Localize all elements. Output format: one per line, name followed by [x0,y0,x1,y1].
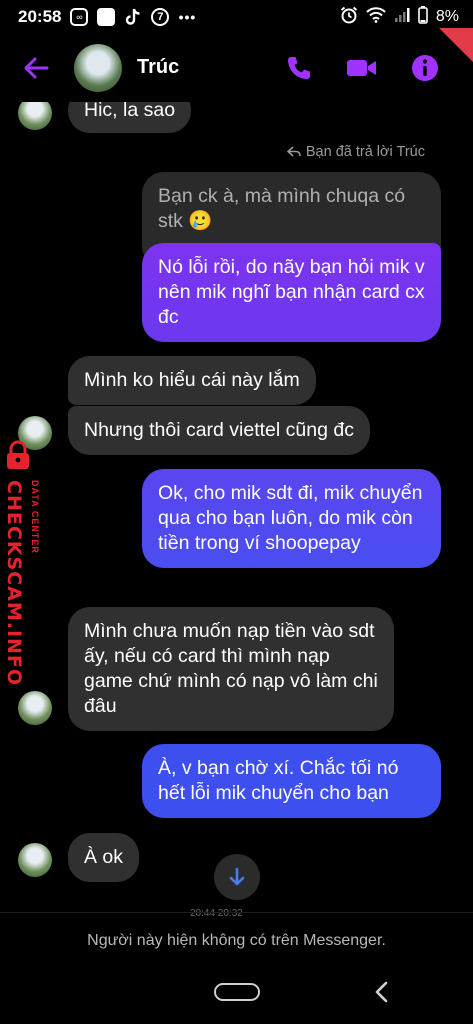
battery-icon [418,5,428,29]
messenger-icon: ∞ [69,7,89,27]
alarm-icon [340,6,358,29]
reply-arrow-icon [286,146,301,157]
lock-icon [7,440,29,469]
message-outgoing[interactable]: Ok, cho mik sdt đi, mik chuyển qua cho b… [142,469,441,568]
watermark-text: CHECKSCAM.INFO [3,480,25,687]
chevron-left-icon [375,981,388,1003]
scroll-to-bottom-button[interactable] [214,854,260,900]
system-back-button[interactable] [372,980,390,1004]
seven-label: 7 [151,8,170,26]
message-outgoing[interactable]: Nó lỗi rồi, do nãy bạn hỏi mik v nên mik… [142,243,441,342]
status-bar: 20:58 ∞ 7 ••• 8% [0,0,473,34]
arrow-down-icon [229,867,245,886]
message-incoming[interactable]: Hic, la sao [68,102,192,133]
contact-avatar-small [18,843,52,877]
reply-indicator: Bạn đã trả lời Trúc [286,144,425,160]
status-right: 8% [340,5,459,29]
app-square-icon [96,7,116,27]
message-list[interactable]: Hic, la sao Bạn đã trả lời Trúc Bạn ck à… [0,102,473,912]
watermark-subtext: DATA CENTER [30,480,40,554]
info-button[interactable] [411,54,439,82]
reply-indicator-text: Bạn đã trả lời Trúc [305,144,425,160]
signal-icon [394,7,410,28]
info-icon [412,55,438,81]
message-outgoing[interactable]: À, v bạn chờ xí. Chắc tối nó hết lỗi mik… [142,744,441,818]
contact-avatar-small [18,102,52,130]
phone-icon [288,57,310,79]
unavailable-notice: Người này hiện không có trên Messenger. [0,912,473,968]
battery-level: 8% [435,8,459,25]
home-button[interactable] [214,983,260,1001]
wifi-icon [366,6,386,28]
contact-avatar[interactable] [74,44,122,92]
contact-avatar-small [18,691,52,725]
system-nav-bar [0,968,473,1024]
tiktok-icon [123,7,143,27]
message-incoming[interactable]: Mình ko hiểu cái này lắm [68,356,316,405]
back-button[interactable] [22,54,50,82]
video-camera-icon [347,60,376,76]
voice-call-button[interactable] [285,54,313,82]
message-incoming[interactable]: À ok [68,833,140,882]
contact-name[interactable]: Trúc [137,56,179,79]
seven-icon: 7 [150,7,170,27]
message-incoming[interactable]: Mình chưa muốn nạp tiền vào sdt ấy, nếu … [68,607,394,731]
watermark: CHECKSCAM.INFO DATA CENTER [0,440,52,686]
back-arrow-icon [24,57,49,79]
message-incoming[interactable]: Nhưng thôi card viettel cũng đc [68,406,370,455]
more-dots-icon: ••• [178,9,197,25]
status-time: 20:58 [18,7,62,26]
video-call-button[interactable] [346,54,378,82]
conversation-header: Trúc [0,34,473,102]
